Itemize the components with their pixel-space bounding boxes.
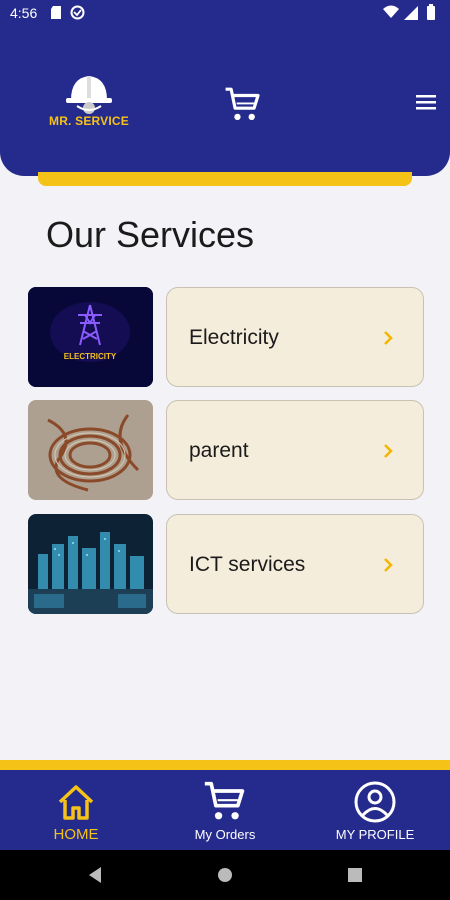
- recents-icon[interactable]: [330, 850, 380, 900]
- battery-icon: [427, 6, 435, 20]
- nav-label: HOME: [53, 826, 99, 843]
- service-label: ICT services: [189, 553, 306, 576]
- logo-text: MR. SERVICE: [49, 114, 129, 128]
- chevron-right-icon: [384, 444, 393, 458]
- data-saver-icon: [70, 5, 85, 20]
- app-logo[interactable]: MR. SERVICE: [44, 70, 134, 132]
- page-title: Our Services: [46, 214, 255, 255]
- cart-button[interactable]: [224, 86, 262, 124]
- hamburger-menu-icon[interactable]: [412, 90, 440, 114]
- chevron-right-icon: [384, 331, 393, 345]
- chevron-right-icon: [384, 558, 393, 572]
- power-tower-icon: ELECTRICITY: [28, 287, 153, 387]
- service-card[interactable]: parent: [166, 400, 424, 500]
- wifi-icon: [383, 5, 399, 18]
- profile-icon: [354, 781, 396, 823]
- nav-label: MY PROFILE: [335, 827, 415, 842]
- service-label: Electricity: [189, 326, 279, 349]
- service-thumbnail-ict: [28, 514, 153, 614]
- cable-coil-image: [28, 400, 153, 500]
- service-item-electricity[interactable]: ELECTRICITY Electricity: [28, 287, 424, 387]
- nav-my-profile[interactable]: MY PROFILE: [315, 770, 435, 850]
- home-circle-icon[interactable]: [200, 850, 250, 900]
- service-label: parent: [189, 439, 249, 462]
- header-accent-strip: [38, 172, 412, 186]
- status-bar: 4:56: [0, 0, 450, 26]
- cart-icon: [204, 781, 245, 820]
- digital-city-image: [28, 514, 153, 614]
- sd-card-icon: [51, 6, 61, 19]
- helmet-logo-icon: [66, 76, 112, 114]
- service-thumbnail-parent: [28, 400, 153, 500]
- thumbnail-caption: ELECTRICITY: [64, 352, 117, 361]
- bottom-accent-strip: [0, 760, 450, 770]
- service-card[interactable]: ICT services: [166, 514, 424, 614]
- status-time: 4:56: [10, 5, 38, 21]
- nav-my-orders[interactable]: My Orders: [165, 770, 285, 850]
- service-item-ict[interactable]: ICT services: [28, 514, 424, 614]
- home-icon: [58, 785, 94, 820]
- system-nav-bar: [0, 850, 450, 900]
- nav-home[interactable]: HOME: [16, 770, 136, 850]
- service-card[interactable]: Electricity: [166, 287, 424, 387]
- bottom-nav: HOME My Orders MY PROFILE: [0, 770, 450, 850]
- back-icon[interactable]: [70, 850, 120, 900]
- service-item-parent[interactable]: parent: [28, 400, 424, 500]
- nav-label: My Orders: [194, 827, 256, 842]
- signal-icon: [404, 6, 418, 20]
- app-header: MR. SERVICE: [0, 26, 450, 176]
- service-thumbnail-electricity: ELECTRICITY: [28, 287, 153, 387]
- status-icons: [383, 4, 435, 20]
